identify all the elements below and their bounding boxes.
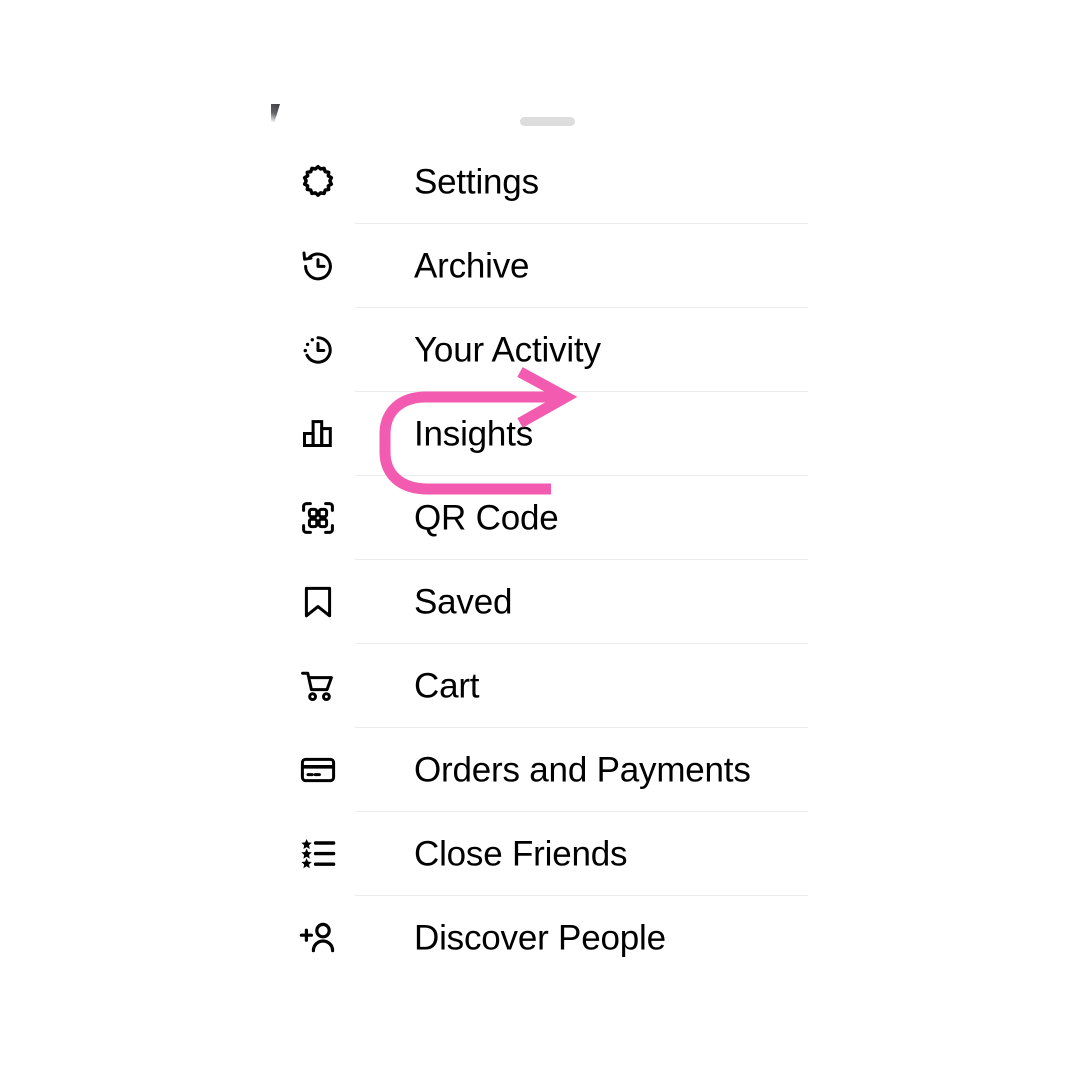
bookmark-icon	[296, 580, 340, 624]
person-plus-icon	[296, 916, 340, 960]
shopping-cart-icon	[296, 664, 340, 708]
menu-item-label: Discover People	[414, 918, 666, 958]
menu-item-your-activity[interactable]: Your Activity	[0, 308, 1080, 392]
menu-item-saved[interactable]: Saved	[0, 560, 1080, 644]
star-list-icon	[296, 832, 340, 876]
activity-clock-icon	[296, 328, 340, 372]
bar-chart-icon	[296, 412, 340, 456]
menu-item-archive[interactable]: Archive	[0, 224, 1080, 308]
menu-item-label: Archive	[414, 246, 530, 286]
menu-item-label: QR Code	[414, 498, 559, 538]
menu-item-discover-people[interactable]: Discover People	[0, 896, 1080, 980]
menu-sheet: Settings Archive Your Activity Insights …	[0, 0, 1080, 1080]
drag-handle[interactable]	[520, 117, 575, 126]
menu-item-qr-code[interactable]: QR Code	[0, 476, 1080, 560]
qr-code-icon	[296, 496, 340, 540]
menu-item-label: Settings	[414, 162, 539, 202]
archive-clock-icon	[296, 244, 340, 288]
menu-item-cart[interactable]: Cart	[0, 644, 1080, 728]
menu-item-orders-and-payments[interactable]: Orders and Payments	[0, 728, 1080, 812]
credit-card-icon	[296, 748, 340, 792]
menu-list: Settings Archive Your Activity Insights …	[0, 140, 1080, 980]
menu-item-label: Orders and Payments	[414, 750, 751, 790]
menu-item-close-friends[interactable]: Close Friends	[0, 812, 1080, 896]
menu-item-label: Close Friends	[414, 834, 628, 874]
menu-item-label: Saved	[414, 582, 513, 622]
menu-item-label: Cart	[414, 666, 480, 706]
menu-item-label: Insights	[414, 414, 534, 454]
gear-icon	[296, 160, 340, 204]
menu-item-settings[interactable]: Settings	[0, 140, 1080, 224]
menu-item-label: Your Activity	[414, 330, 601, 370]
sheet-corner-artifact	[271, 104, 280, 128]
menu-item-insights[interactable]: Insights	[0, 392, 1080, 476]
